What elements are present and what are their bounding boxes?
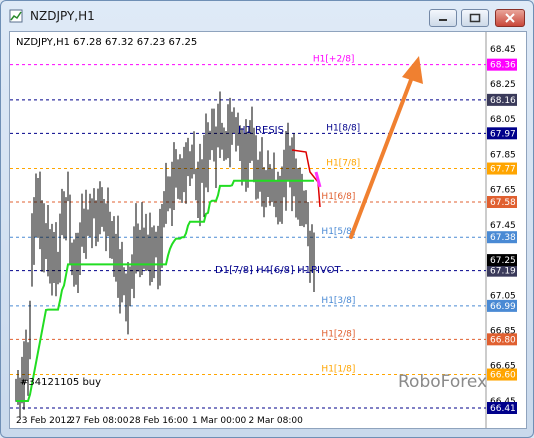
chart-window: NZDJPY,H1 H1[+2/8] H1[8/8] H1[7/8] H1[6/8] H… [0,0,534,438]
price-tag-label: 66.99 [490,302,516,312]
y-tick-label: 67.85 [490,150,516,160]
y-tick-label: 68.05 [490,115,516,125]
price-tag-label: 67.19 [490,267,516,277]
x-tick-label: 23 Feb 2012 [16,416,72,426]
level-label: H1[2/8] [321,329,355,339]
chart-app-icon [9,9,23,23]
price-tag-label: 66.80 [490,335,516,345]
maximize-icon [469,13,481,23]
price-tag-label: 67.38 [490,233,516,243]
price-tag-label: 67.97 [490,129,516,139]
y-tick-label: 68.25 [490,80,516,90]
level-label: H1[3/8] [321,296,355,306]
level-label: H1[8/8] [326,123,360,133]
level-label: H1[7/8] [326,159,360,169]
level-label: H1[6/8] [321,192,355,202]
chart-area[interactable]: H1[+2/8] H1[8/8] H1[7/8] H1[6/8] H1[5/8] H1[3… [9,31,527,429]
x-tick-label: 2 Mar 08:00 [248,416,303,426]
roboforex-watermark: RoboForex [398,372,487,392]
close-button[interactable] [495,9,525,27]
order-label: #34121105 buy [20,377,101,388]
minimize-icon [439,19,447,21]
price-chart[interactable]: H1[+2/8]H1[8/8]H1[7/8]H1[6/8]H1[5/8]H1[3… [10,32,526,428]
y-tick-label: 67.05 [490,291,516,301]
price-tag-label: 67.58 [490,198,516,208]
resist-label: H1 RESIS [238,125,284,136]
current-price-label: 67.25 [490,256,516,266]
level-label: H1[+2/8] [313,55,355,65]
price-tag-label: 67.77 [490,165,516,175]
pivot-label: D1[7/8] H4[6/8] H1PIVOT [215,265,341,276]
close-icon [505,13,515,23]
y-tick-label: 68.45 [490,45,516,55]
minimize-button[interactable] [429,9,457,27]
x-tick-label: 1 Mar 00:00 [192,416,247,426]
window-title: NZDJPY,H1 [30,9,95,23]
maximize-button[interactable] [461,9,489,27]
price-tag-label: 68.16 [490,96,516,106]
title-bar[interactable]: NZDJPY,H1 [1,1,533,31]
x-tick-label: 27 Feb 08:00 [69,416,128,426]
y-tick-label: 67.65 [490,186,516,196]
price-tag-label: 68.36 [490,61,516,71]
price-tag-label: 66.41 [490,404,516,414]
price-tag-label: 66.60 [490,371,516,381]
y-tick-label: 67.45 [490,221,516,231]
chart-header: NZDJPY,H1 67.28 67.32 67.23 67.25 [16,37,197,48]
chart-background [10,32,526,428]
x-tick-label: 28 Feb 16:00 [129,416,188,426]
level-label: H1[1/8] [321,365,355,375]
